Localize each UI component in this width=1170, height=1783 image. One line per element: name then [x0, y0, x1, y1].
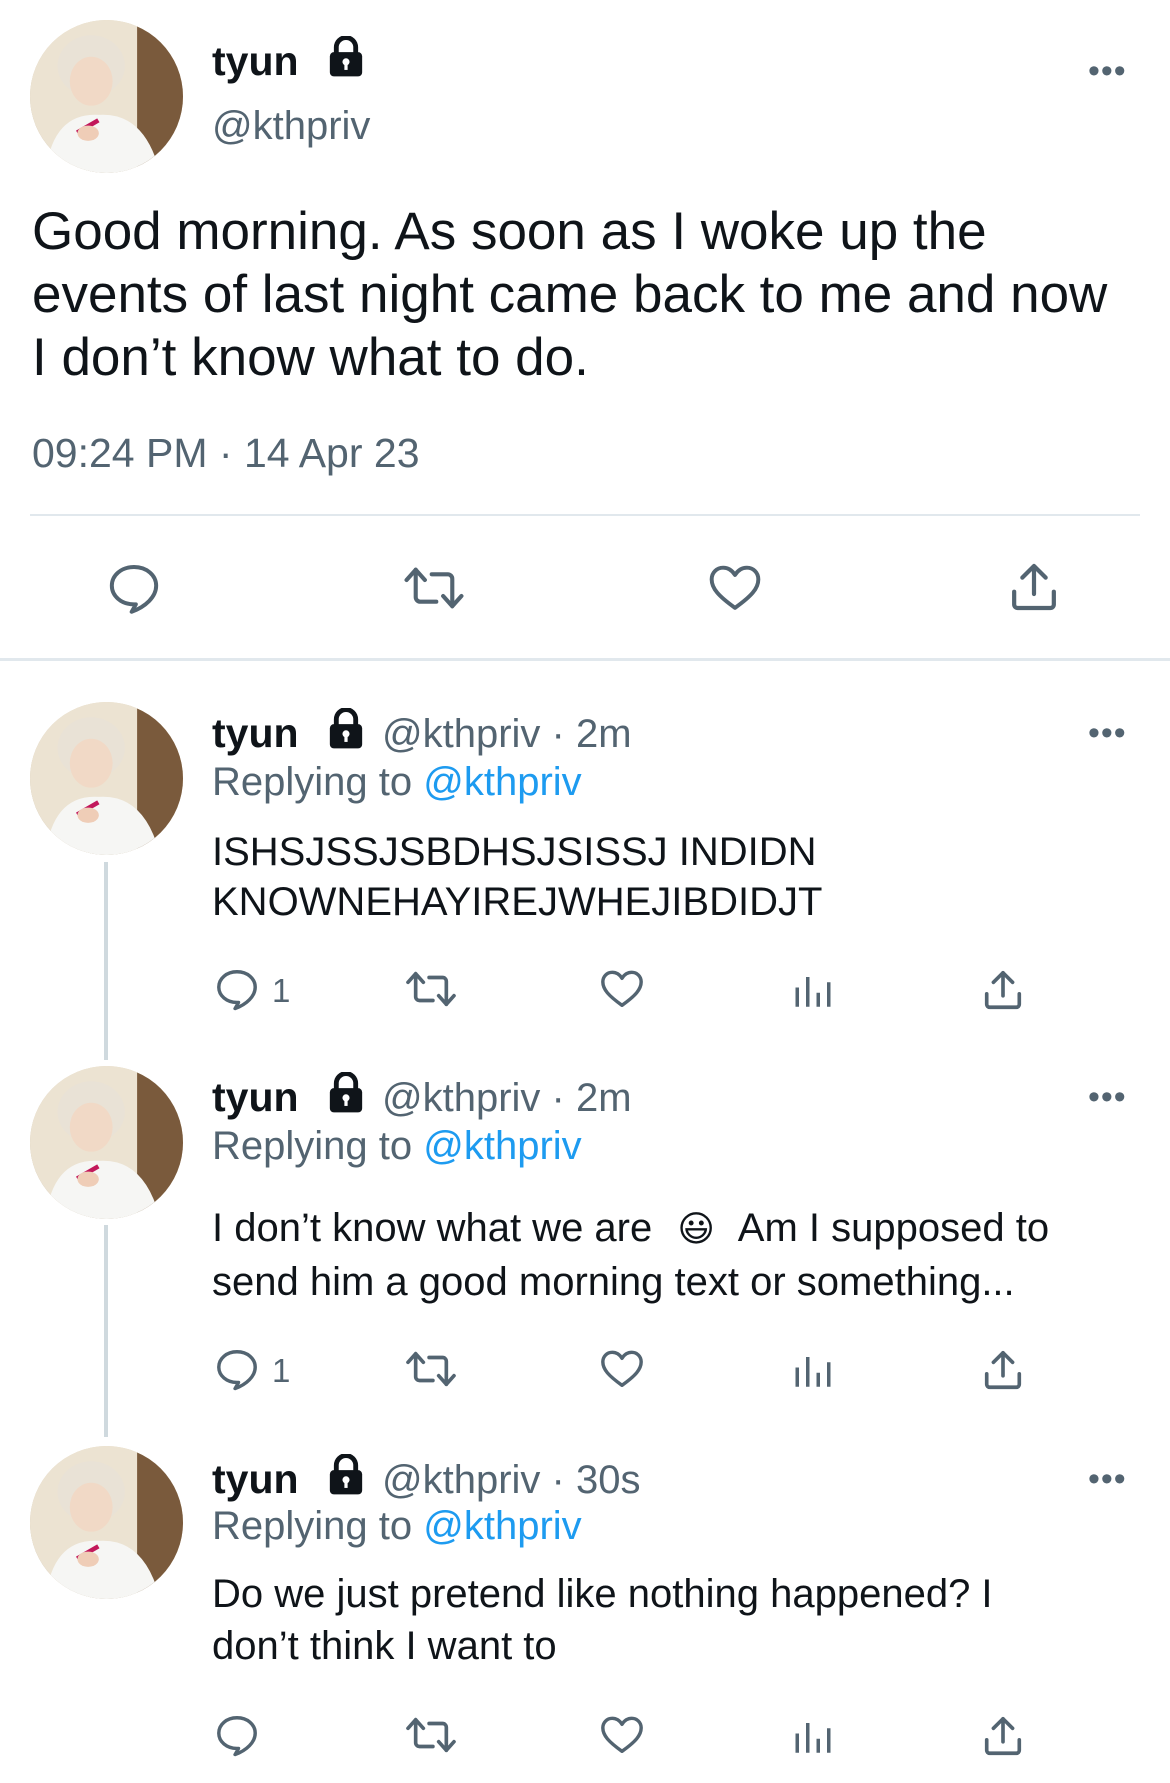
avatar-image — [30, 1446, 183, 1599]
tweet-text: Good morning. As soon as I woke up the e… — [32, 202, 1108, 387]
reply-icon[interactable] — [214, 1712, 260, 1758]
tweet-date: 14 Apr 23 — [243, 430, 420, 476]
share-icon[interactable] — [980, 1346, 1026, 1394]
more-options-button[interactable]: ••• — [1088, 716, 1127, 750]
like-icon[interactable] — [706, 560, 764, 616]
retweet-icon[interactable] — [404, 1712, 458, 1758]
lock-icon — [329, 1072, 363, 1113]
replying-to-label: Replying to — [212, 1124, 424, 1168]
section-divider — [0, 658, 1170, 661]
replying-to-link[interactable]: @kthpriv — [423, 1124, 581, 1168]
replying-to: Replying to @kthpriv — [212, 760, 582, 805]
share-icon[interactable] — [1006, 558, 1062, 616]
handle-and-time[interactable]: @kthpriv · 2m — [382, 712, 632, 757]
tweet-timestamp: 09:24 PM · 14 Apr 23 — [32, 430, 420, 477]
reply-text-part: Am I supposed to — [737, 1206, 1050, 1250]
replying-to: Replying to @kthpriv — [212, 1124, 582, 1169]
avatar[interactable] — [30, 20, 183, 173]
divider — [30, 514, 1140, 516]
display-name[interactable]: tyun — [212, 1074, 299, 1121]
replying-to-label: Replying to — [212, 760, 424, 804]
reply-count: 1 — [272, 972, 291, 1009]
reply-text-line: send him a good morning text or somethin… — [212, 1260, 1015, 1304]
lock-icon — [329, 1454, 363, 1495]
replying-to-link[interactable]: @kthpriv — [423, 1504, 581, 1548]
avatar-image — [30, 20, 183, 173]
reply-count: 1 — [272, 1352, 291, 1389]
replying-to-link[interactable]: @kthpriv — [423, 760, 581, 804]
display-name[interactable]: tyun — [212, 1456, 299, 1503]
lock-icon — [329, 708, 363, 749]
display-name[interactable]: tyun — [212, 710, 299, 757]
reply-text-line: don’t think I want to — [212, 1624, 557, 1668]
reply-icon[interactable] — [214, 966, 260, 1012]
reply-text-part: I don’t know what we are — [212, 1206, 653, 1250]
reply-text-line: KNOWNEHAYIREJWHEJIBDIDJT — [212, 880, 823, 924]
retweet-icon[interactable] — [404, 966, 458, 1012]
tweet-time: 09:24 PM — [32, 430, 208, 476]
separator-dot: · — [218, 430, 233, 476]
analytics-icon[interactable] — [792, 970, 834, 1012]
replying-to: Replying to @kthpriv — [212, 1504, 582, 1549]
reply-icon[interactable] — [214, 1346, 260, 1392]
replying-to-label: Replying to — [212, 1504, 424, 1548]
handle-and-time[interactable]: @kthpriv · 30s — [382, 1458, 640, 1503]
handle-and-time[interactable]: @kthpriv · 2m — [382, 1076, 632, 1121]
avatar[interactable] — [30, 702, 183, 855]
thread-line — [104, 862, 108, 1060]
analytics-icon[interactable] — [792, 1716, 834, 1758]
user-handle[interactable]: @kthpriv — [212, 104, 370, 149]
more-options-button[interactable]: ••• — [1088, 54, 1127, 88]
reply-text-line: ISHSJSSJSBDHSJSISSJ INDIDN — [212, 830, 817, 874]
more-options-button[interactable]: ••• — [1088, 1080, 1127, 1114]
like-icon[interactable] — [598, 1346, 646, 1392]
share-icon[interactable] — [980, 966, 1026, 1014]
reply-text-line: Do we just pretend like nothing happened… — [212, 1572, 993, 1616]
more-options-button[interactable]: ••• — [1088, 1462, 1127, 1496]
analytics-icon[interactable] — [792, 1350, 834, 1392]
retweet-icon[interactable] — [402, 560, 466, 616]
emoji: 😃 — [677, 1208, 715, 1249]
avatar-image — [30, 702, 183, 855]
share-icon[interactable] — [980, 1712, 1026, 1760]
like-icon[interactable] — [598, 1712, 646, 1758]
reply-icon[interactable] — [106, 560, 162, 616]
thread-line — [104, 1225, 108, 1437]
lock-icon — [329, 36, 363, 77]
retweet-icon[interactable] — [404, 1346, 458, 1392]
like-icon[interactable] — [598, 966, 646, 1012]
avatar-image — [30, 1066, 183, 1219]
display-name[interactable]: tyun — [212, 38, 299, 85]
reply-text-line: I don’t know what we are 😃 Am I supposed… — [212, 1206, 1049, 1251]
avatar[interactable] — [30, 1066, 183, 1219]
avatar[interactable] — [30, 1446, 183, 1599]
